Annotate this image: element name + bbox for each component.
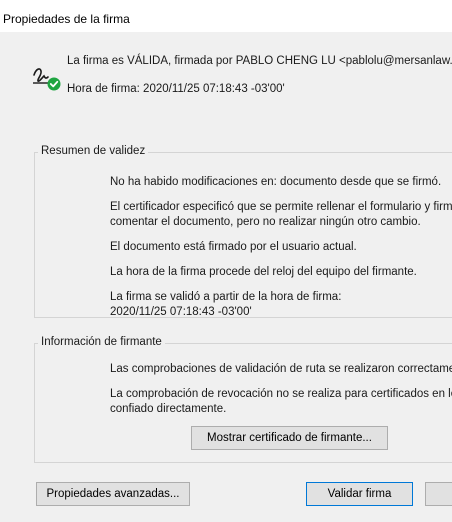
summary-line: comentar el documento, pero no realizar … (110, 216, 421, 228)
signer-info-line: La comprobación de revocación no se real… (110, 388, 452, 400)
summary-line: 2020/11/25 07:18:43 -03'00' (110, 306, 252, 318)
summary-line: El certificador especificó que se permit… (110, 201, 452, 213)
signature-valid-icon (33, 68, 61, 91)
summary-line: El documento está firmado por el usuario… (110, 241, 357, 253)
show-certificate-button[interactable]: Mostrar certificado de firmante... (191, 426, 388, 450)
close-button[interactable] (425, 482, 452, 506)
signer-info-label: Información de firmante (38, 336, 165, 348)
title-bar[interactable]: Propiedades de la firma (0, 0, 452, 32)
advanced-properties-button[interactable]: Propiedades avanzadas... (36, 482, 190, 506)
validity-summary-label: Resumen de validez (38, 145, 149, 157)
signer-info-line: confiado directamente. (110, 403, 227, 415)
signature-time-text: Hora de firma: 2020/11/25 07:18:43 -03'0… (67, 83, 285, 95)
summary-line: La hora de la firma procede del reloj de… (110, 266, 417, 278)
signature-properties-dialog: Propiedades de la firma La firma es VÁLI… (0, 0, 452, 522)
summary-line: No ha habido modificaciones en: document… (110, 176, 442, 188)
signer-info-line: Las comprobaciones de validación de ruta… (110, 363, 452, 375)
window-title: Propiedades de la firma (3, 12, 130, 26)
summary-line: La firma se validó a partir de la hora d… (110, 291, 342, 303)
validate-signature-button[interactable]: Validar firma (306, 482, 413, 506)
signature-status-text: La firma es VÁLIDA, firmada por PABLO CH… (67, 55, 452, 67)
